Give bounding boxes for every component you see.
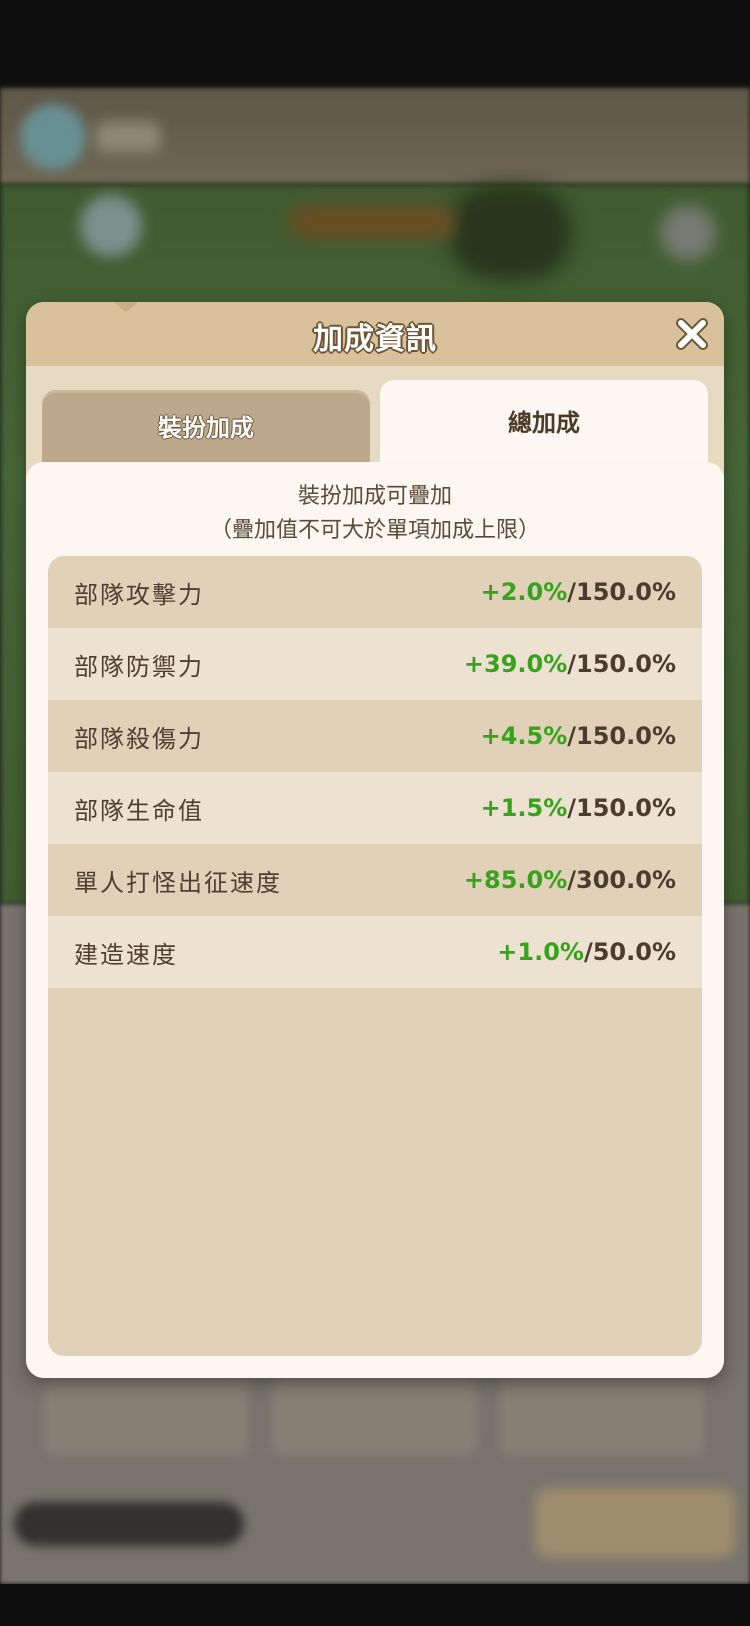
stat-list[interactable]: 部隊攻擊力 +2.0%/150.0% 部隊防禦力 +39.0%/150.0% 部… bbox=[48, 556, 702, 1356]
stat-cap: 50.0% bbox=[592, 938, 676, 966]
stat-row-health: 部隊生命值 +1.5%/150.0% bbox=[48, 772, 702, 844]
stat-values: +85.0%/300.0% bbox=[464, 866, 676, 894]
stat-cap: 300.0% bbox=[576, 866, 676, 894]
close-x-icon bbox=[676, 318, 708, 350]
stat-separator: / bbox=[583, 938, 593, 966]
stat-cap: 150.0% bbox=[576, 650, 676, 678]
screen: 加成資訊 裝扮加成 總加成 裝扮加成可疊加 （疊加值不可大於單項加成上限） 部隊… bbox=[0, 0, 750, 1626]
dialog-title: 加成資訊 bbox=[313, 322, 437, 357]
stat-separator: / bbox=[567, 650, 577, 678]
dialog-header: 加成資訊 bbox=[26, 302, 724, 366]
tab-label: 裝扮加成 bbox=[158, 414, 254, 442]
stat-cap: 150.0% bbox=[576, 794, 676, 822]
stat-bonus: +1.5% bbox=[480, 794, 568, 822]
stat-row-build-speed: 建造速度 +1.0%/50.0% bbox=[48, 916, 702, 988]
stat-bonus: +2.0% bbox=[480, 578, 568, 606]
stat-values: +39.0%/150.0% bbox=[464, 650, 676, 678]
stat-separator: / bbox=[567, 794, 577, 822]
stat-bonus: +85.0% bbox=[463, 866, 568, 894]
stat-name: 部隊生命值 bbox=[74, 796, 204, 825]
description-note: （疊加值不可大於單項加成上限） bbox=[209, 518, 540, 543]
stat-row-march-speed: 單人打怪出征速度 +85.0%/300.0% bbox=[48, 844, 702, 916]
tab-dressup-bonus[interactable]: 裝扮加成 bbox=[42, 390, 370, 470]
stat-bonus: +1.0% bbox=[497, 938, 584, 966]
description-text: 裝扮加成可疊加 bbox=[297, 484, 452, 509]
stat-name: 單人打怪出征速度 bbox=[74, 868, 282, 897]
content-panel: 裝扮加成可疊加 （疊加值不可大於單項加成上限） 部隊攻擊力 +2.0%/150.… bbox=[26, 462, 724, 1378]
stat-row-defense: 部隊防禦力 +39.0%/150.0% bbox=[48, 628, 702, 700]
tab-total-bonus[interactable]: 總加成 bbox=[380, 380, 708, 470]
stat-row-lethality: 部隊殺傷力 +4.5%/150.0% bbox=[48, 700, 702, 772]
stat-separator: / bbox=[567, 722, 577, 750]
tab-label: 總加成 bbox=[508, 409, 580, 437]
stat-bonus: +4.5% bbox=[480, 722, 568, 750]
stat-name: 部隊殺傷力 bbox=[74, 724, 204, 753]
stat-cap: 150.0% bbox=[576, 722, 676, 750]
stat-values: +4.5%/150.0% bbox=[481, 722, 676, 750]
stat-separator: / bbox=[567, 578, 577, 606]
stat-values: +1.0%/50.0% bbox=[497, 938, 676, 966]
stat-name: 建造速度 bbox=[74, 940, 178, 969]
stat-cap: 150.0% bbox=[576, 578, 676, 606]
stat-row-attack: 部隊攻擊力 +2.0%/150.0% bbox=[48, 556, 702, 628]
stat-separator: / bbox=[567, 866, 577, 894]
close-button[interactable] bbox=[674, 316, 710, 352]
header-notch bbox=[114, 302, 138, 312]
stat-name: 部隊攻擊力 bbox=[74, 580, 204, 609]
stat-name: 部隊防禦力 bbox=[74, 652, 204, 681]
stat-bonus: +39.0% bbox=[463, 650, 568, 678]
stat-values: +2.0%/150.0% bbox=[481, 578, 676, 606]
stat-values: +1.5%/150.0% bbox=[481, 794, 676, 822]
